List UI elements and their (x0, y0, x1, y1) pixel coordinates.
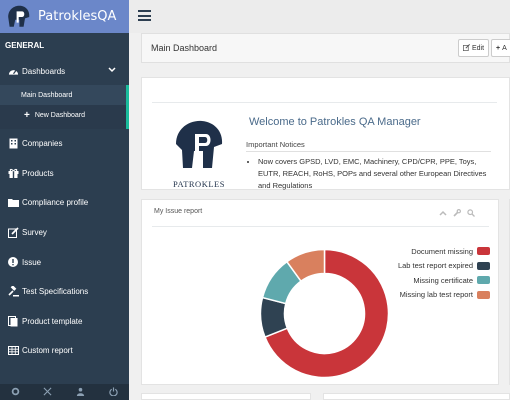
edit-icon (463, 43, 470, 53)
divider (152, 226, 489, 227)
gift-icon (7, 167, 19, 179)
sidebar-item-issue[interactable]: Issue (0, 247, 129, 277)
bottom-panel (323, 393, 510, 400)
app-name: PatroklesQA (38, 9, 117, 24)
add-button[interactable]: + A (491, 39, 510, 57)
bottom-panel (141, 393, 311, 400)
legend-label: Missing lab test report (399, 290, 473, 300)
legend-label: Lab test report expired (397, 261, 473, 271)
divider (152, 102, 497, 103)
legend-swatch (477, 290, 490, 299)
chevron-down-icon (108, 66, 116, 75)
template-icon (7, 315, 19, 327)
helmet-logo-icon (176, 120, 223, 168)
folder-icon (7, 197, 19, 209)
sidebar-item-survey[interactable]: Survey (0, 218, 129, 248)
sidebar-item-test-specifications[interactable]: Test Specifications (0, 277, 129, 307)
legend-label: Document missing (411, 246, 473, 256)
sidebar-item-label: Companies (22, 139, 63, 149)
legend-label: Missing certificate (413, 275, 473, 285)
sidebar-item-product-template[interactable]: Product template (0, 307, 129, 337)
dashboard-icon (7, 65, 19, 77)
gavel-icon (7, 286, 19, 298)
page-header: Main Dashboard Edit + A (141, 33, 510, 63)
page-title: Main Dashboard (151, 43, 218, 53)
sidebar-item-label: Product template (22, 316, 83, 326)
section-title: GENERAL (5, 41, 45, 50)
sidebar-item-dashboards[interactable]: Dashboards (0, 57, 129, 85)
add-label: A (502, 44, 507, 52)
notice-item: Now covers GPSD, LVD, EMC, Machinery, CP… (258, 156, 498, 192)
sidebar-item-label: Test Specifications (22, 287, 89, 297)
sidebar-item-label: Compliance profile (22, 198, 89, 208)
table-icon (7, 345, 19, 357)
issue-donut-chart (259, 248, 390, 379)
sidebar-item-compliance-profile[interactable]: Compliance profile (0, 188, 129, 218)
brand[interactable]: PatroklesQA (0, 0, 129, 33)
legend-item: Missing certificate (398, 273, 490, 288)
power-icon[interactable] (108, 386, 118, 398)
legend-swatch (477, 276, 490, 285)
panel-tools (439, 209, 475, 219)
helmet-logo-icon (8, 5, 30, 27)
fullscreen-icon[interactable] (43, 387, 52, 398)
sidebar-item-custom-report[interactable]: Custom report (0, 336, 129, 366)
sidebar: PatroklesQA GENERAL Dashboards Main Dash… (0, 0, 129, 400)
sidebar-subitem-main-dashboard[interactable]: Main Dashboard (0, 85, 126, 105)
welcome-title: Welcome to Patrokles QA Manager (249, 116, 421, 128)
hamburger-menu-icon[interactable] (138, 10, 151, 21)
building-icon (7, 138, 19, 150)
patrokles-logo: PATROKLES (170, 118, 228, 189)
sidebar-subitem-new-dashboard[interactable]: + New Dashboard (0, 105, 126, 125)
sidebar-item-label: New Dashboard (34, 111, 86, 119)
divider (246, 151, 491, 152)
settings-icon[interactable] (11, 387, 20, 398)
welcome-panel: PATROKLES Welcome to Patrokles QA Manage… (141, 77, 510, 190)
sidebar-item-label: Custom report (22, 346, 73, 356)
search-icon[interactable] (467, 209, 475, 219)
dashboards-submenu: Main Dashboard + New Dashboard (0, 85, 129, 129)
sidebar-item-label: Issue (22, 257, 42, 267)
issue-report-panel: My Issue report Document missing Lab tes… (141, 199, 499, 385)
sidebar-item-companies[interactable]: Companies (0, 129, 129, 159)
edit-label: Edit (472, 44, 485, 52)
notices-title: Important Notices (246, 140, 305, 149)
sidebar-item-label: Survey (22, 228, 47, 238)
legend-swatch (477, 247, 490, 256)
topbar (129, 0, 510, 33)
wrench-icon[interactable] (453, 209, 462, 219)
plus-icon: + (24, 109, 30, 121)
sidebar-item-label: Products (22, 168, 54, 178)
notices-list: Now covers GPSD, LVD, EMC, Machinery, CP… (258, 156, 498, 192)
alert-icon (7, 256, 19, 268)
legend-item: Lab test report expired (398, 259, 490, 274)
legend-item: Missing lab test report (398, 288, 490, 303)
users-icon[interactable] (75, 387, 86, 398)
plus-icon: + (496, 44, 501, 52)
logo-text: PATROKLES (173, 179, 225, 189)
edit-button[interactable]: Edit (458, 39, 490, 57)
chart-legend: Document missing Lab test report expired… (398, 244, 490, 302)
sidebar-item-products[interactable]: Products (0, 159, 129, 189)
sidebar-item-label: Dashboards (22, 66, 66, 76)
panel-title: My Issue report (154, 208, 203, 215)
sidebar-footer (0, 384, 129, 400)
legend-swatch (477, 261, 490, 270)
chevron-up-icon[interactable] (439, 209, 447, 219)
sidebar-item-label: Main Dashboard (21, 91, 73, 99)
edit-icon (7, 227, 19, 239)
legend-item: Document missing (398, 244, 490, 259)
